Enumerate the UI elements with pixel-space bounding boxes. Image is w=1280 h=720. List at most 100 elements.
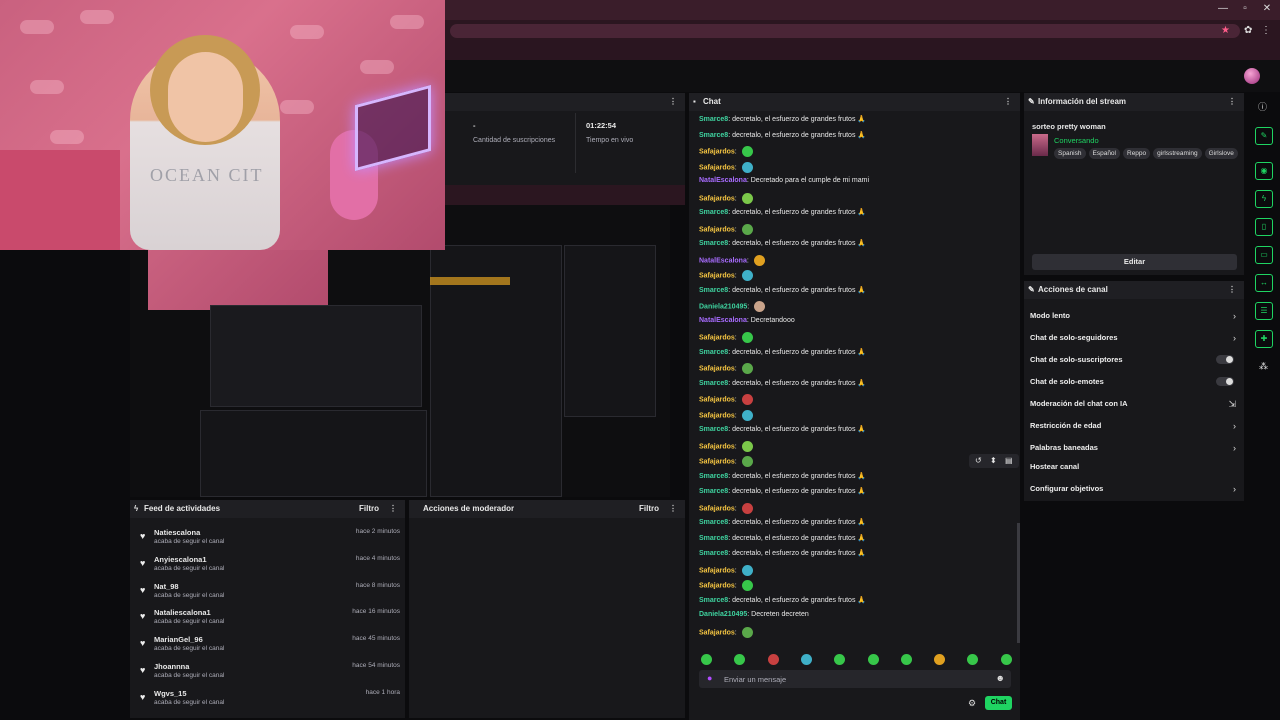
chat-username[interactable]: Safajardos xyxy=(699,365,735,372)
feed-username[interactable]: MarianGel_96 xyxy=(154,635,203,644)
chat-username[interactable]: Smarce8 xyxy=(699,209,728,216)
minimize-icon[interactable]: — xyxy=(1213,3,1233,14)
emote-shortcut-icon[interactable] xyxy=(834,654,846,665)
chat-message[interactable]: Safajardos: xyxy=(699,409,753,421)
emote-shortcut-icon[interactable] xyxy=(967,654,979,665)
chat-message[interactable]: Safajardos: xyxy=(699,223,753,235)
tag[interactable]: Reppo xyxy=(1123,148,1151,159)
feed-username[interactable]: Nataliescalona1 xyxy=(154,608,211,617)
chat-message[interactable]: Safajardos: xyxy=(699,146,753,157)
chat-message[interactable]: NatalEscalona: Decretandooo xyxy=(699,317,795,324)
chat-message[interactable]: Safajardos: xyxy=(699,270,753,281)
kebab-icon[interactable]: ⋮ xyxy=(1228,281,1236,299)
feed-item[interactable]: ♥ Nat_98 acaba de seguir el canal hace 8 mi… xyxy=(140,582,400,604)
chat-username[interactable]: Daniela210495 xyxy=(699,611,747,618)
chat-username[interactable]: Smarce8 xyxy=(699,287,728,294)
chat-message[interactable]: Smarce8: decretalo, el esfuerzo de grand… xyxy=(699,208,866,216)
tag[interactable]: Español xyxy=(1088,148,1120,159)
chat-message[interactable]: Safajardos: xyxy=(699,192,753,204)
chat-username[interactable]: Safajardos xyxy=(699,443,735,450)
chat-username[interactable]: Safajardos xyxy=(699,148,735,155)
channel-action-item[interactable]: Moderación del chat con IA ⇲ xyxy=(1024,399,1244,411)
chat-username[interactable]: Smarce8 xyxy=(699,488,728,495)
chat-message[interactable]: Daniela210495: Decreten decreten xyxy=(699,611,809,618)
chat-message[interactable]: Smarce8: decretalo, el esfuerzo de grand… xyxy=(699,348,866,356)
channel-action-item[interactable]: Hostear canal xyxy=(1024,462,1244,474)
chat-send-button[interactable]: Chat xyxy=(985,696,1012,710)
chat-message[interactable]: Safajardos: xyxy=(699,564,753,576)
chat-username[interactable]: NatalEscalona xyxy=(699,317,747,324)
chat-username[interactable]: Safajardos xyxy=(699,272,735,279)
reply-icon[interactable]: ↺ xyxy=(975,456,982,465)
channel-action-item[interactable]: Chat de solo-seguidores › xyxy=(1024,333,1244,345)
chat-username[interactable]: Safajardos xyxy=(699,629,735,636)
chat-message[interactable]: Safajardos: xyxy=(699,580,753,591)
chat-message[interactable]: Smarce8: decretalo, el esfuerzo de grand… xyxy=(699,534,866,542)
chat-username[interactable]: Safajardos xyxy=(699,164,735,171)
filter-button[interactable]: Filtro xyxy=(639,500,659,518)
edit-button[interactable]: Editar xyxy=(1032,254,1237,270)
chat-message[interactable]: Smarce8: decretalo, el esfuerzo de grand… xyxy=(699,425,866,433)
avatar[interactable] xyxy=(1244,68,1260,84)
browser-menu-icon[interactable]: ⋮ xyxy=(1261,25,1271,36)
toggle-switch[interactable] xyxy=(1216,377,1234,386)
chat-message[interactable]: Smarce8: decretalo, el esfuerzo de grand… xyxy=(699,115,866,123)
feed-item[interactable]: ♥ Jhoannna acaba de seguir el canal hace 54… xyxy=(140,662,400,684)
chat-message[interactable]: Safajardos: xyxy=(699,363,753,374)
chat-message[interactable]: Smarce8: decretalo, el esfuerzo de grand… xyxy=(699,131,866,139)
settings-gear-icon[interactable]: ⚙ xyxy=(968,698,976,709)
chat-message[interactable]: Smarce8: decretalo, el esfuerzo de grand… xyxy=(699,518,866,526)
feed-username[interactable]: Jhoannna xyxy=(154,662,189,671)
info-icon[interactable]: ⓘ xyxy=(1258,100,1267,113)
chat-message[interactable]: Smarce8: decretalo, el esfuerzo de grand… xyxy=(699,286,866,294)
chat-message[interactable]: Safajardos: xyxy=(699,161,753,173)
chat-username[interactable]: Safajardos xyxy=(699,458,735,465)
chat-username[interactable]: NatalEscalona xyxy=(699,257,747,264)
chat-username[interactable]: Safajardos xyxy=(699,396,735,403)
tag[interactable]: Spanish xyxy=(1054,148,1086,159)
toggle-switch[interactable] xyxy=(1216,355,1234,364)
camera-rail-icon[interactable]: ◉ xyxy=(1255,162,1273,180)
chat-message[interactable]: NatalEscalona: xyxy=(699,254,765,266)
chat-message[interactable]: Safajardos: xyxy=(699,440,753,452)
chat-input[interactable]: ● Enviar un mensaje ☻ xyxy=(699,670,1011,688)
edit-rail-icon[interactable]: ✎ xyxy=(1255,127,1273,145)
chat-username[interactable]: Safajardos xyxy=(699,505,735,512)
chat-rail-icon[interactable]: ▭ xyxy=(1255,246,1273,264)
kebab-icon[interactable]: ⋮ xyxy=(1004,93,1012,111)
close-icon[interactable]: ✕ xyxy=(1257,3,1277,14)
pin-icon[interactable]: ⬍ xyxy=(990,456,997,465)
feed-item[interactable]: ♥ Natiescalona acaba de seguir el canal hac… xyxy=(140,528,400,550)
channel-action-item[interactable]: Palabras baneadas › xyxy=(1024,443,1244,455)
emote-shortcut-icon[interactable] xyxy=(701,654,712,665)
chat-message[interactable]: Smarce8: decretalo, el esfuerzo de grand… xyxy=(699,487,866,495)
chat-message[interactable]: Safajardos: xyxy=(699,626,753,638)
chat-message[interactable]: Smarce8: decretalo, el esfuerzo de grand… xyxy=(699,596,866,604)
feed-username[interactable]: Wgvs_15 xyxy=(154,689,187,698)
chat-username[interactable]: Smarce8 xyxy=(699,535,728,542)
chat-scrollbar[interactable] xyxy=(1017,523,1020,643)
chat-username[interactable]: Safajardos xyxy=(699,226,735,233)
chat-username[interactable]: Smarce8 xyxy=(699,380,728,387)
emote-shortcut-icon[interactable] xyxy=(800,654,812,665)
chat-username[interactable]: Smarce8 xyxy=(699,116,728,123)
feed-item[interactable]: ♥ Anyiescalona1 acaba de seguir el canal ha… xyxy=(140,555,400,577)
channel-action-item[interactable]: Chat de solo-suscriptores xyxy=(1024,355,1244,367)
stream-category[interactable]: Conversando xyxy=(1054,136,1099,145)
chat-message[interactable]: Smarce8: decretalo, el esfuerzo de grand… xyxy=(699,549,866,557)
chat-username[interactable]: Smarce8 xyxy=(699,519,728,526)
share-icon[interactable]: ⁂ xyxy=(1259,361,1268,372)
chat-message[interactable]: Safajardos: xyxy=(699,332,753,343)
feed-username[interactable]: Natiescalona xyxy=(154,528,200,537)
channel-action-item[interactable]: Chat de solo-emotes xyxy=(1024,377,1244,389)
kebab-icon[interactable]: ⋮ xyxy=(669,93,677,111)
chat-username[interactable]: Safajardos xyxy=(699,567,735,574)
emote-shortcut-icon[interactable] xyxy=(934,654,946,665)
channel-action-item[interactable]: Configurar objetivos › xyxy=(1024,484,1244,496)
chat-username[interactable]: Safajardos xyxy=(699,195,735,202)
chat-message[interactable]: Smarce8: decretalo, el esfuerzo de grand… xyxy=(699,239,866,247)
chat-username[interactable]: Smarce8 xyxy=(699,240,728,247)
feed-item[interactable]: ♥ MarianGel_96 acaba de seguir el canal hac… xyxy=(140,635,400,657)
chat-username[interactable]: Smarce8 xyxy=(699,349,728,356)
chat-username[interactable]: Safajardos xyxy=(699,582,735,589)
